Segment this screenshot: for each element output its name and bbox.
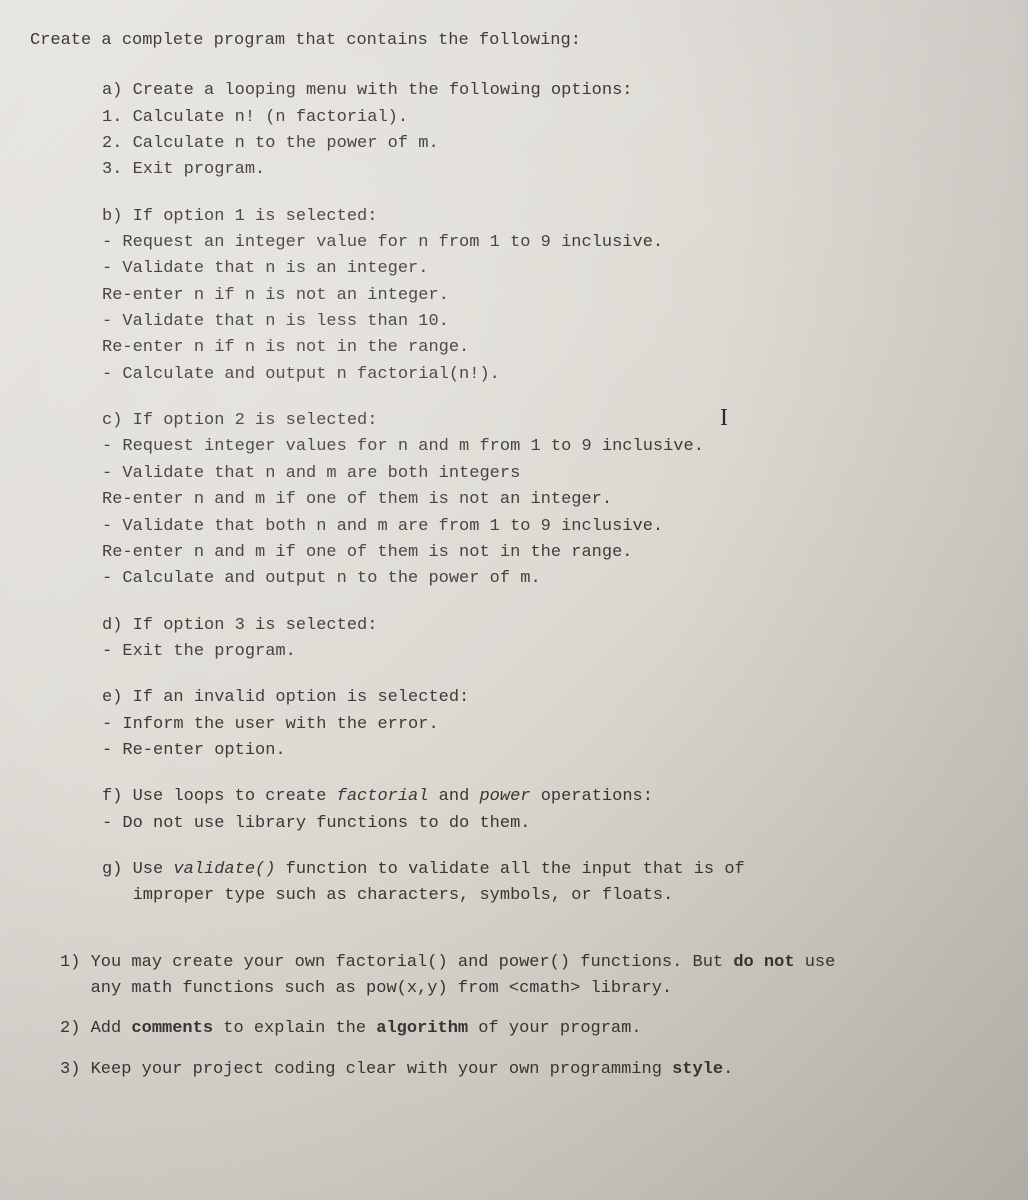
section-b-head: b) If option 1 is selected: [102, 204, 998, 230]
numbered-1: 1) You may create your own factorial() a… [60, 950, 998, 1003]
section-d-head: d) If option 3 is selected: [102, 613, 998, 639]
n1-b: do not [733, 953, 794, 972]
f-mid: and [428, 787, 479, 806]
f-post: operations: [531, 787, 653, 806]
section-e-l1: - Inform the user with the error. [102, 712, 998, 738]
section-g-head: g) Use validate() function to validate a… [102, 857, 998, 883]
section-g-l1: improper type such as characters, symbol… [102, 883, 998, 909]
section-b-l3: Re-enter n if n is not an integer. [102, 283, 998, 309]
n3-post: . [723, 1060, 733, 1079]
section-d-l1: - Exit the program. [102, 639, 998, 665]
f-it1: factorial [337, 787, 429, 806]
section-e-l2: - Re-enter option. [102, 738, 998, 764]
section-c-l1: - Request integer values for n and m fro… [102, 434, 998, 460]
n2-mid: to explain the [213, 1019, 376, 1038]
section-e: e) If an invalid option is selected: - I… [102, 685, 998, 764]
text-cursor-icon: I [720, 400, 728, 437]
document-page: Create a complete program that contains … [0, 0, 1028, 1125]
intro-text: Create a complete program that contains … [30, 28, 998, 54]
section-a-l2: 2. Calculate n to the power of m. [102, 131, 998, 157]
section-b: b) If option 1 is selected: - Request an… [102, 204, 998, 388]
section-c: c) If option 2 is selected: - Request in… [102, 408, 998, 592]
n1-line1: 1) You may create your own factorial() a… [60, 950, 998, 976]
n2-b1: comments [131, 1019, 213, 1038]
n2-post: of your program. [468, 1019, 641, 1038]
section-b-l6: - Calculate and output n factorial(n!). [102, 362, 998, 388]
section-c-l3: Re-enter n and m if one of them is not a… [102, 487, 998, 513]
n3-b: style [672, 1060, 723, 1079]
g-post: function to validate all the input that … [275, 860, 744, 879]
section-a-l1: 1. Calculate n! (n factorial). [102, 105, 998, 131]
n1-post: use [795, 953, 836, 972]
section-e-head: e) If an invalid option is selected: [102, 685, 998, 711]
section-c-l2: - Validate that n and m are both integer… [102, 461, 998, 487]
section-b-l4: - Validate that n is less than 10. [102, 309, 998, 335]
n2-pre: 2) Add [60, 1019, 131, 1038]
section-a-l3: 3. Exit program. [102, 157, 998, 183]
section-c-head: c) If option 2 is selected: [102, 408, 998, 434]
section-b-l1: - Request an integer value for n from 1 … [102, 230, 998, 256]
g-it1: validate() [173, 860, 275, 879]
section-b-l2: - Validate that n is an integer. [102, 256, 998, 282]
n1-pre: 1) You may create your own factorial() a… [60, 953, 733, 972]
numbered-3: 3) Keep your project coding clear with y… [60, 1057, 998, 1083]
n3-pre: 3) Keep your project coding clear with y… [60, 1060, 672, 1079]
intro-line: Create a complete program that contains … [30, 28, 998, 54]
section-f-l1: - Do not use library functions to do the… [102, 811, 998, 837]
section-c-l6: - Calculate and output n to the power of… [102, 566, 998, 592]
section-f-head: f) Use loops to create factorial and pow… [102, 784, 998, 810]
numbered-2: 2) Add comments to explain the algorithm… [60, 1016, 998, 1042]
n2-line: 2) Add comments to explain the algorithm… [60, 1016, 998, 1042]
f-pre: f) Use loops to create [102, 787, 337, 806]
section-a-head: a) Create a looping menu with the follow… [102, 78, 998, 104]
section-c-l5: Re-enter n and m if one of them is not i… [102, 540, 998, 566]
section-f: f) Use loops to create factorial and pow… [102, 784, 998, 837]
g-pre: g) Use [102, 860, 173, 879]
section-g: g) Use validate() function to validate a… [102, 857, 998, 910]
section-b-l5: Re-enter n if n is not in the range. [102, 335, 998, 361]
n3-line: 3) Keep your project coding clear with y… [60, 1057, 998, 1083]
f-it2: power [479, 787, 530, 806]
n2-b2: algorithm [376, 1019, 468, 1038]
n1-line2: any math functions such as pow(x,y) from… [60, 976, 998, 1002]
section-d: d) If option 3 is selected: - Exit the p… [102, 613, 998, 666]
section-c-l4: - Validate that both n and m are from 1 … [102, 514, 998, 540]
section-a: a) Create a looping menu with the follow… [102, 78, 998, 183]
